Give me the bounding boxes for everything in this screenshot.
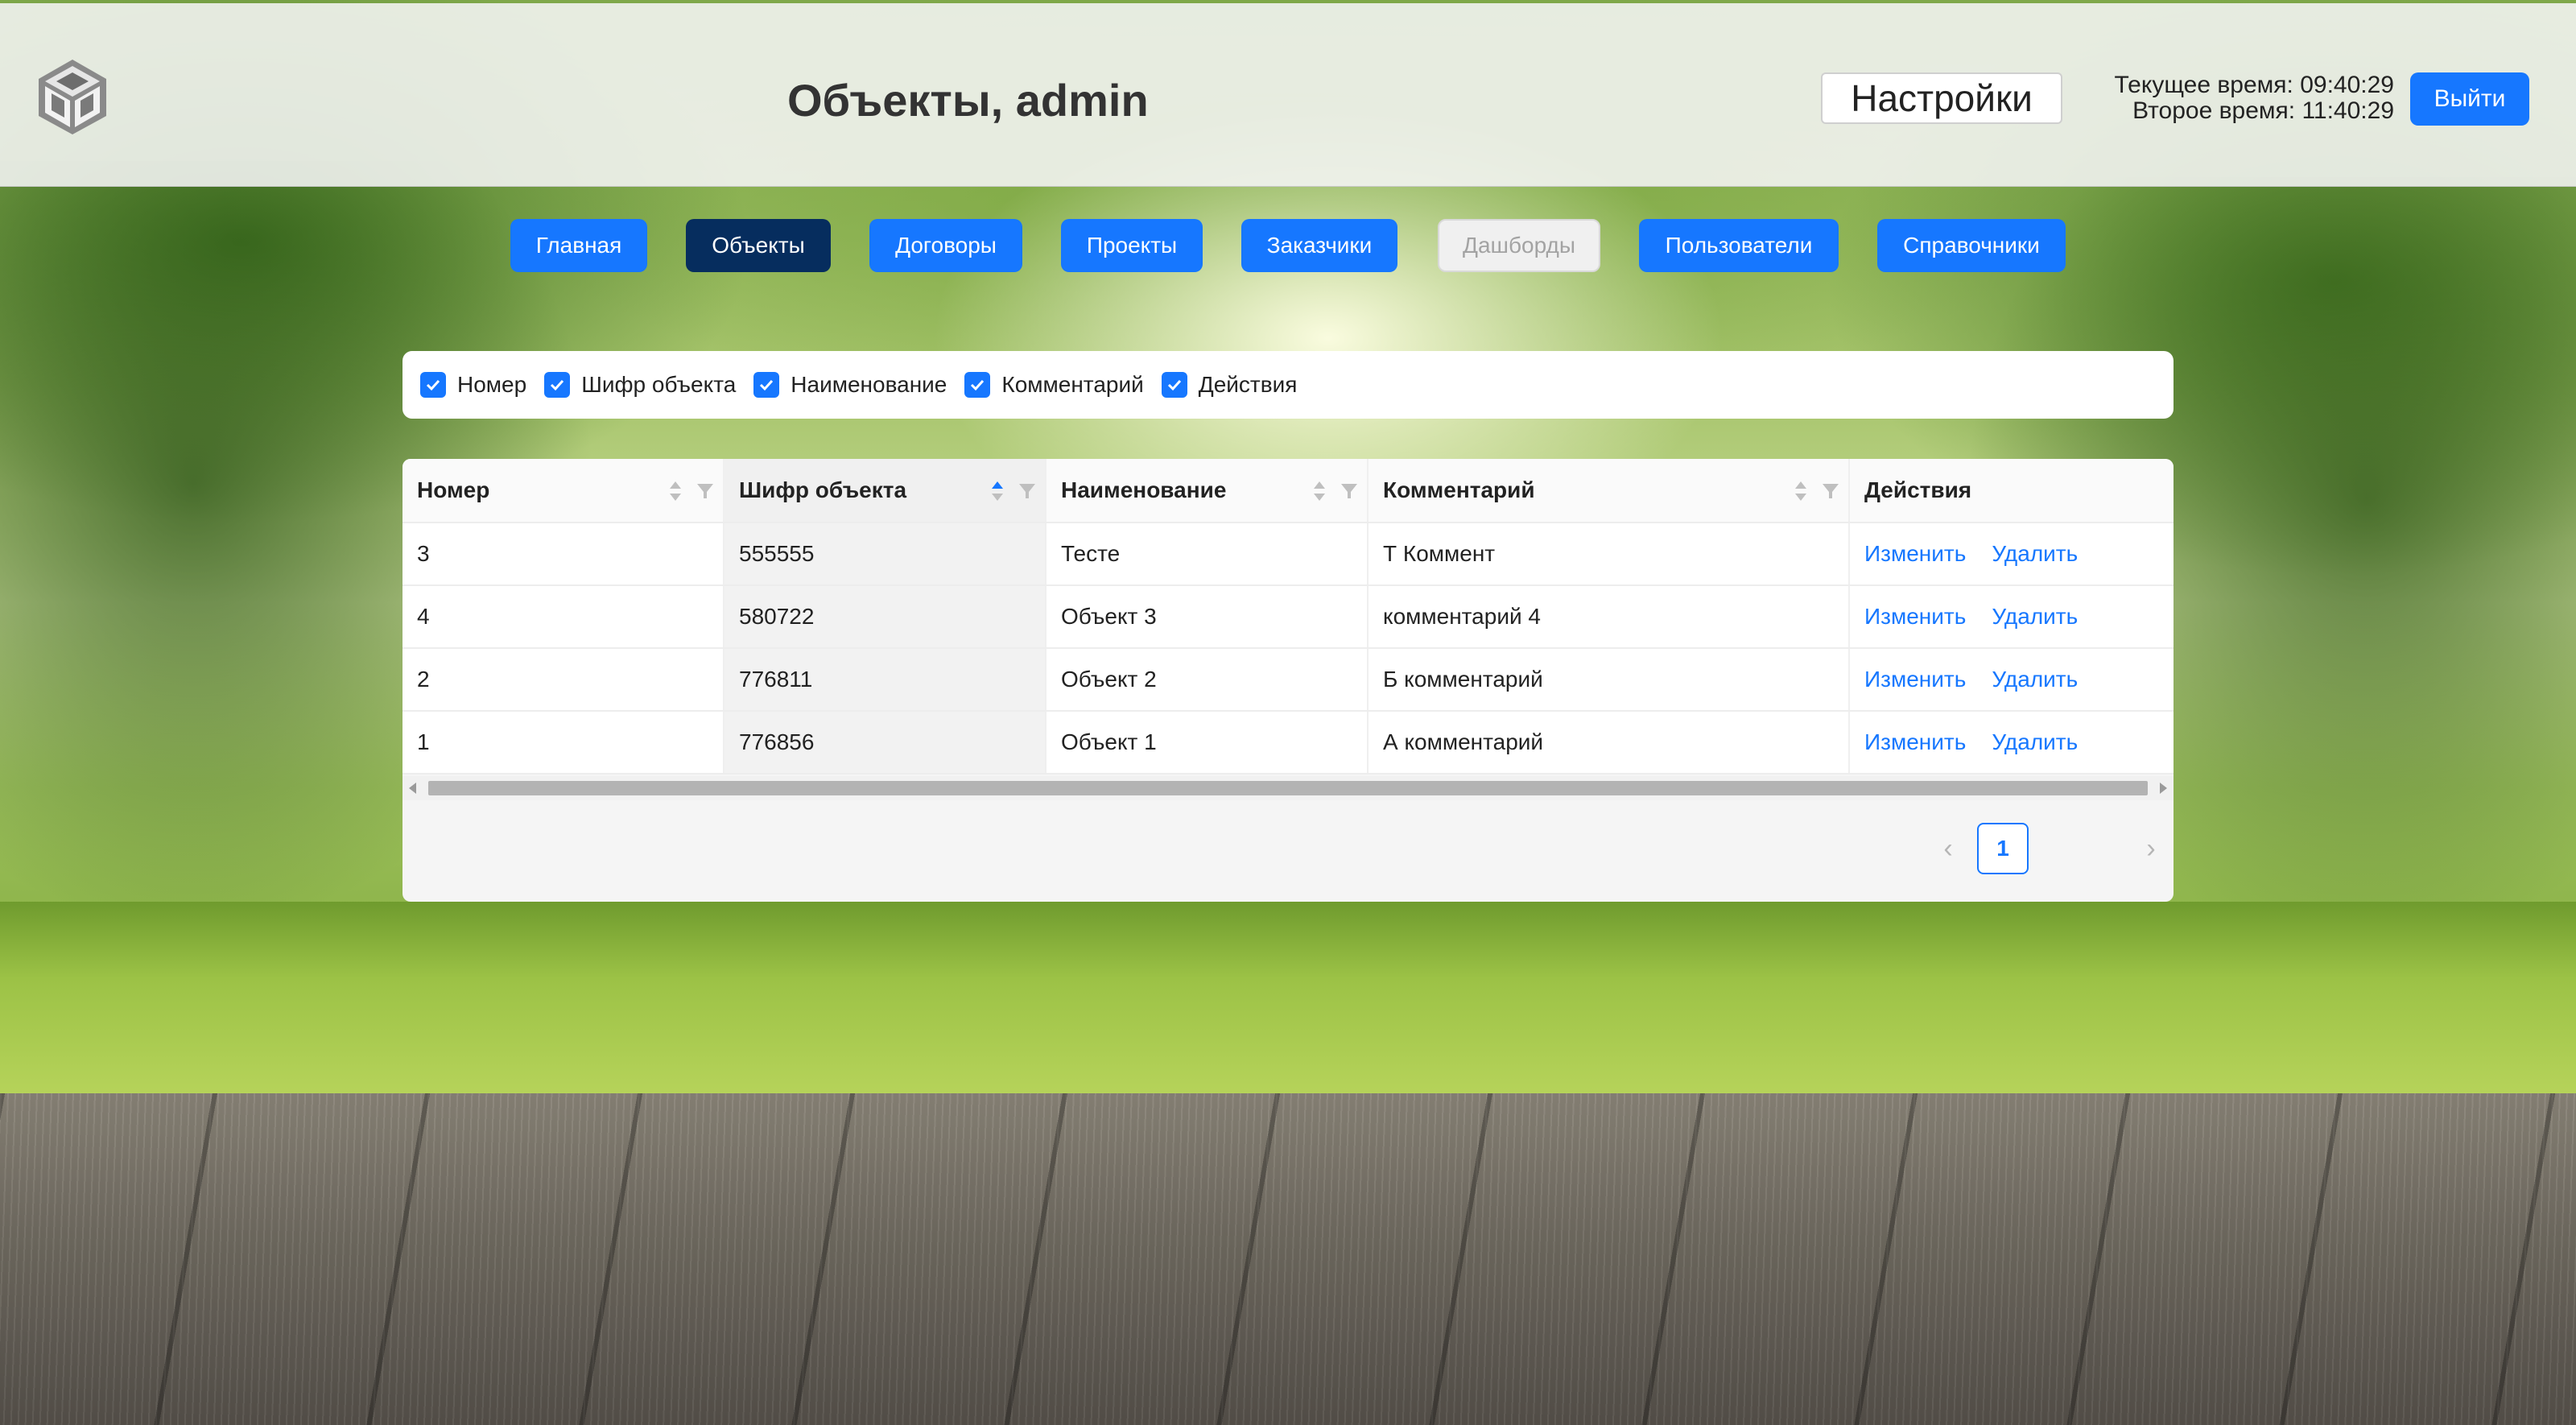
cell-comment: Т Коммент	[1368, 523, 1850, 584]
nav-references[interactable]: Справочники	[1877, 219, 2066, 272]
filter-icon[interactable]	[696, 481, 715, 501]
delete-link[interactable]: Удалить	[1992, 729, 2078, 755]
checkbox-checked-icon[interactable]	[964, 372, 991, 398]
cell-number: 3	[402, 523, 724, 584]
toggle-name[interactable]: Наименование	[753, 372, 947, 398]
cell-actions: Изменить Удалить	[1850, 523, 2174, 584]
scroll-left-icon[interactable]	[409, 783, 416, 794]
pagination: ‹ 1 ›	[1932, 823, 2174, 874]
page-button-current[interactable]: 1	[1977, 823, 2029, 874]
nav-objects[interactable]: Объекты	[686, 219, 831, 272]
scrollbar-thumb[interactable]	[428, 781, 2148, 795]
toggle-label: Шифр объекта	[581, 372, 737, 397]
cell-comment: комментарий 4	[1368, 586, 1850, 647]
toggle-number[interactable]: Номер	[420, 372, 526, 398]
delete-link[interactable]: Удалить	[1992, 604, 2078, 630]
table-row: 1 776856 Объект 1 А комментарий Изменить…	[402, 712, 2174, 774]
objects-table: Номер Шифр объекта Наименование Коммента…	[402, 459, 2174, 902]
filter-icon[interactable]	[1340, 481, 1359, 501]
column-header-number[interactable]: Номер	[402, 459, 724, 522]
column-toggles: Номер Шифр объекта Наименование Коммента…	[402, 351, 2174, 419]
nav-dashboards: Дашборды	[1438, 219, 1600, 272]
toggle-comment[interactable]: Комментарий	[964, 372, 1144, 398]
checkbox-checked-icon[interactable]	[753, 372, 780, 398]
header-bar: Объекты, admin Настройки Текущее время: …	[0, 3, 2576, 187]
page-title: Объекты, admin	[787, 75, 1149, 126]
cell-comment: А комментарий	[1368, 712, 1850, 773]
cell-number: 1	[402, 712, 724, 773]
logout-button[interactable]: Выйти	[2410, 72, 2529, 126]
toggle-label: Действия	[1198, 372, 1298, 397]
table-header-row: Номер Шифр объекта Наименование Коммента…	[402, 459, 2174, 523]
cell-comment: Б комментарий	[1368, 649, 1850, 710]
edit-link[interactable]: Изменить	[1864, 541, 1966, 567]
cell-code: 776811	[724, 649, 1046, 710]
nav-users[interactable]: Пользователи	[1639, 219, 1839, 272]
edit-link[interactable]: Изменить	[1864, 604, 1966, 630]
table-row: 3 555555 Тесте Т Коммент Изменить Удалит…	[402, 523, 2174, 586]
main-nav: Главная Объекты Договоры Проекты Заказчи…	[0, 219, 2576, 272]
toggle-code[interactable]: Шифр объекта	[544, 372, 736, 398]
sort-ascending-icon[interactable]	[990, 480, 1005, 502]
cell-name: Объект 1	[1046, 712, 1368, 773]
nav-projects[interactable]: Проекты	[1061, 219, 1203, 272]
background-lawn	[0, 902, 2576, 1095]
clock-display: Текущее время: 09:40:29 Второе время: 11…	[2091, 72, 2394, 124]
sort-icon[interactable]	[1312, 480, 1327, 502]
cell-number: 4	[402, 586, 724, 647]
nav-home[interactable]: Главная	[510, 219, 647, 272]
sort-icon[interactable]	[1794, 480, 1808, 502]
edit-link[interactable]: Изменить	[1864, 667, 1966, 692]
cell-number: 2	[402, 649, 724, 710]
column-header-comment[interactable]: Комментарий	[1368, 459, 1850, 522]
checkbox-checked-icon[interactable]	[420, 372, 446, 398]
cell-code: 580722	[724, 586, 1046, 647]
toggle-actions[interactable]: Действия	[1161, 372, 1298, 398]
chevron-right-icon[interactable]: ›	[2135, 823, 2167, 874]
checkbox-checked-icon[interactable]	[544, 372, 571, 398]
cell-name: Объект 3	[1046, 586, 1368, 647]
second-time: Второе время: 11:40:29	[2132, 97, 2394, 124]
current-time: Текущее время: 09:40:29	[2114, 72, 2394, 98]
cell-name: Объект 2	[1046, 649, 1368, 710]
column-header-code[interactable]: Шифр объекта	[724, 459, 1046, 522]
nav-contracts[interactable]: Договоры	[869, 219, 1022, 272]
column-header-name[interactable]: Наименование	[1046, 459, 1368, 522]
checkbox-checked-icon[interactable]	[1161, 372, 1187, 398]
toggle-label: Комментарий	[1001, 372, 1144, 397]
sort-icon[interactable]	[668, 480, 683, 502]
horizontal-scrollbar[interactable]	[402, 776, 2174, 800]
cell-actions: Изменить Удалить	[1850, 586, 2174, 647]
cell-code: 555555	[724, 523, 1046, 584]
toggle-label: Наименование	[791, 372, 947, 397]
toggle-label: Номер	[457, 372, 527, 397]
delete-link[interactable]: Удалить	[1992, 541, 2078, 567]
column-header-actions: Действия	[1864, 477, 1972, 502]
nav-customers[interactable]: Заказчики	[1241, 219, 1397, 272]
filter-icon[interactable]	[1821, 481, 1840, 501]
settings-button[interactable]: Настройки	[1821, 72, 2062, 124]
edit-link[interactable]: Изменить	[1864, 729, 1966, 755]
scroll-right-icon[interactable]	[2160, 783, 2167, 794]
chevron-left-icon[interactable]: ‹	[1932, 823, 1964, 874]
delete-link[interactable]: Удалить	[1992, 667, 2078, 692]
filter-icon[interactable]	[1018, 481, 1037, 501]
cell-name: Тесте	[1046, 523, 1368, 584]
table-row: 2 776811 Объект 2 Б комментарий Изменить…	[402, 649, 2174, 712]
cell-code: 776856	[724, 712, 1046, 773]
background-wooden-deck	[0, 1093, 2576, 1425]
cell-actions: Изменить Удалить	[1850, 649, 2174, 710]
table-row: 4 580722 Объект 3 комментарий 4 Изменить…	[402, 586, 2174, 649]
cell-actions: Изменить Удалить	[1850, 712, 2174, 773]
cube-logo-icon	[35, 56, 109, 137]
